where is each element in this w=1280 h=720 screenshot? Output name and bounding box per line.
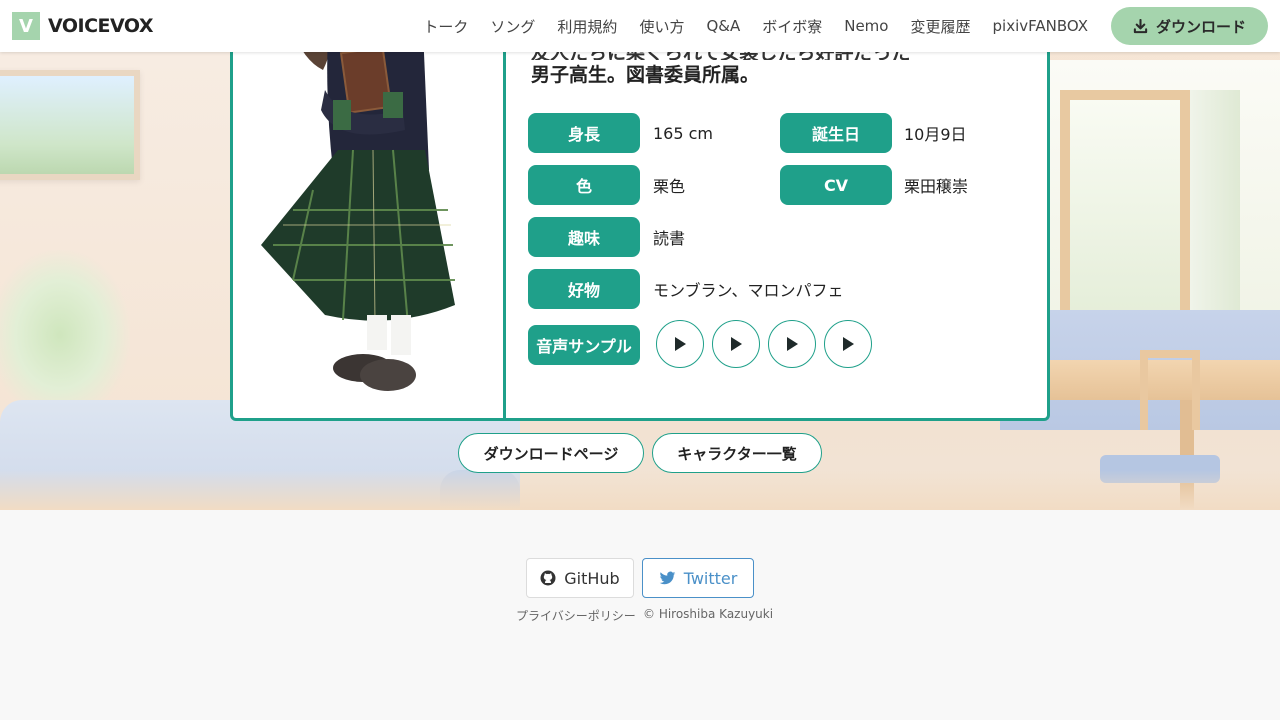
nav-howto[interactable]: 使い方: [639, 16, 684, 37]
color-label: 色: [528, 165, 640, 205]
nav-nemo[interactable]: Nemo: [844, 17, 888, 35]
birthday-label: 誕生日: [780, 113, 892, 153]
nav-qa[interactable]: Q&A: [706, 17, 740, 35]
download-page-button[interactable]: ダウンロードページ: [458, 433, 644, 473]
character-list-button[interactable]: キャラクター一覧: [652, 433, 822, 473]
voice-sample-play-1[interactable]: [656, 320, 704, 368]
copyright-text: © Hiroshiba Kazuyuki: [643, 607, 774, 621]
hobby-value: 読書: [653, 229, 686, 248]
cv-label: CV: [780, 165, 892, 205]
nav-fanbox[interactable]: pixivFANBOX: [993, 17, 1089, 35]
hobby-label: 趣味: [528, 217, 640, 257]
scene-floor: [0, 470, 1280, 510]
privacy-policy-link[interactable]: プライバシーポリシー: [516, 607, 636, 624]
scene-picture-frame: [0, 70, 140, 180]
twitter-icon: [659, 571, 675, 584]
logo-mark: V: [12, 12, 40, 40]
github-link[interactable]: GitHub: [526, 558, 634, 598]
scene-plant: [0, 250, 130, 420]
play-icon: [675, 337, 686, 351]
nav-changelog[interactable]: 変更履歴: [910, 16, 970, 37]
height-label: 身長: [528, 113, 640, 153]
twitter-label: Twitter: [683, 568, 738, 588]
scene-chair: [1140, 350, 1200, 430]
site-header: V VOICEVOX トーク ソング 利用規約 使い方 Q&A ボイボ寮 Nem…: [0, 0, 1280, 52]
height-value: 165 cm: [653, 123, 714, 143]
nav-talk[interactable]: トーク: [423, 16, 468, 37]
voice-sample-label: 音声サンプル: [528, 325, 640, 365]
character-illustration: [233, 30, 503, 418]
character-figure: [261, 30, 455, 391]
color-value: 栗色: [653, 177, 686, 196]
header-download-label: ダウンロード: [1155, 17, 1246, 36]
play-icon: [787, 337, 798, 351]
play-icon: [843, 337, 854, 351]
birthday-value: 10月9日: [904, 125, 967, 144]
play-icon: [731, 337, 742, 351]
favorite-value: モンブラン、マロンパフェ: [653, 281, 844, 300]
site-logo[interactable]: V VOICEVOX: [12, 12, 154, 40]
voice-sample-play-3[interactable]: [768, 320, 816, 368]
voice-sample-play-2[interactable]: [712, 320, 760, 368]
github-label: GitHub: [564, 568, 620, 588]
description-line-2: 男子高生。図書委員所属。: [531, 64, 760, 86]
twitter-link[interactable]: Twitter: [642, 558, 754, 598]
github-icon: [540, 570, 556, 586]
voice-sample-play-4[interactable]: [824, 320, 872, 368]
main-nav: トーク ソング 利用規約 使い方 Q&A ボイボ寮 Nemo 変更履歴 pixi…: [412, 7, 1268, 45]
nav-terms[interactable]: 利用規約: [557, 16, 617, 37]
download-icon: [1133, 18, 1148, 33]
nav-dormitory[interactable]: ボイボ寮: [762, 16, 822, 37]
cv-value: 栗田穣崇: [904, 177, 969, 196]
logo-text: VOICEVOX: [48, 15, 154, 37]
favorite-label: 好物: [528, 269, 640, 309]
nav-song[interactable]: ソング: [490, 16, 535, 37]
header-download-button[interactable]: ダウンロード: [1111, 7, 1268, 45]
card-divider: [503, 30, 506, 418]
character-card: 友人たちに染ぐられて女装したら好評だった 男子高生。図書委員所属。 身長 165…: [230, 30, 1050, 421]
